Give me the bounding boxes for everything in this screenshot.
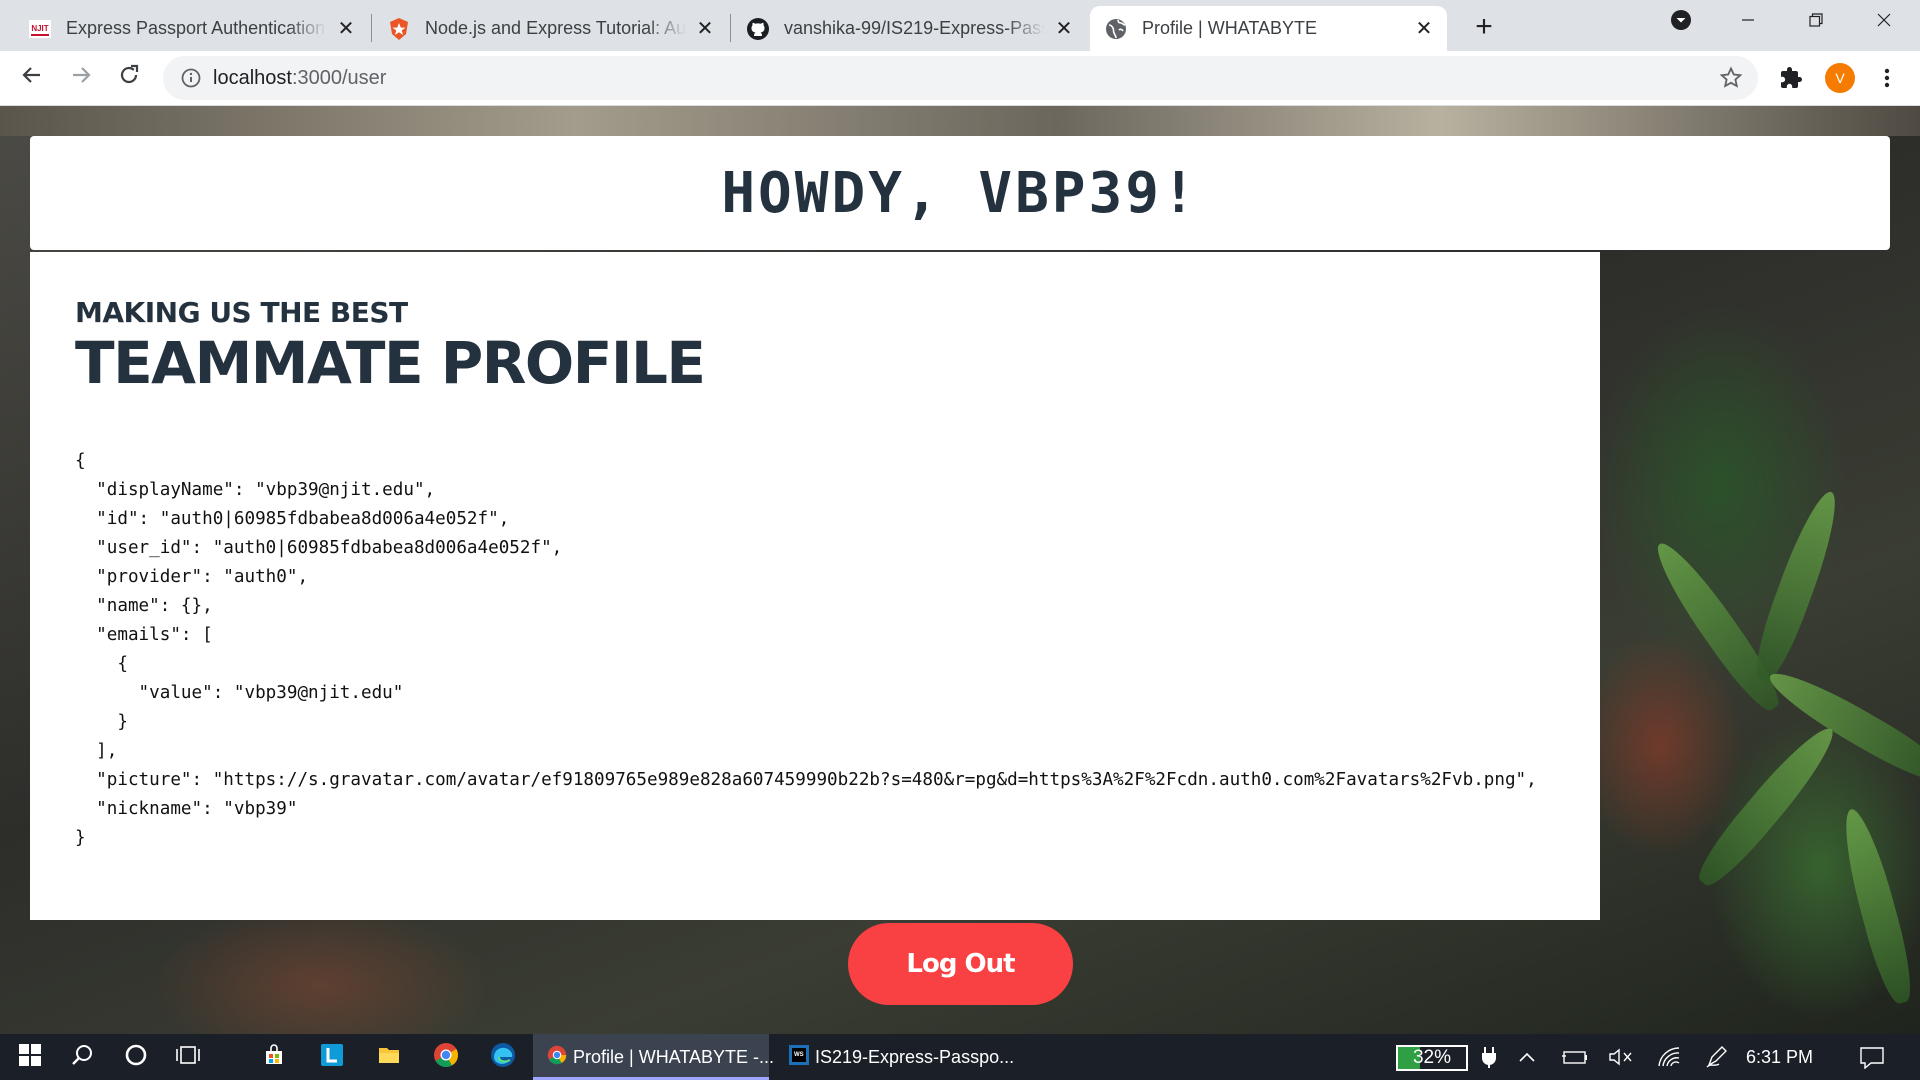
- tab-separator: [730, 14, 731, 42]
- auth0-shield-icon: [387, 17, 411, 41]
- notification-center-icon[interactable]: [1852, 1034, 1892, 1080]
- chrome-icon: [547, 1045, 567, 1070]
- logout-button[interactable]: Log Out: [848, 923, 1073, 1005]
- github-icon: [746, 17, 770, 41]
- tab-strip: NJIT Express Passport Authentication w ✕…: [0, 0, 1920, 51]
- windows-taskbar: Profile | WHATABYTE -... WS IS219-Expres…: [0, 1034, 1920, 1080]
- tab-title: Node.js and Express Tutorial: Aut: [425, 18, 686, 38]
- njit-logo-icon: NJIT: [28, 17, 52, 41]
- store-bag-icon: [262, 1043, 286, 1072]
- close-tab-icon[interactable]: ✕: [1053, 18, 1075, 40]
- edge-icon: [490, 1042, 516, 1073]
- forward-button[interactable]: [63, 59, 99, 95]
- profile-subtitle: MAKING US THE BEST: [75, 296, 408, 329]
- search-icon: [70, 1043, 94, 1072]
- show-hidden-icons-chevron-up-icon[interactable]: [1512, 1034, 1542, 1080]
- task-view-button[interactable]: [167, 1034, 211, 1080]
- taskbar-file-explorer[interactable]: [365, 1034, 413, 1080]
- background-photo-strip: [0, 106, 1920, 136]
- battery-status-icon[interactable]: [1558, 1034, 1592, 1080]
- restore-icon: [1808, 12, 1824, 33]
- url-host: localhost: [213, 67, 292, 89]
- plant-leaf: [1746, 486, 1848, 686]
- bookmark-star-icon[interactable]: [1718, 65, 1744, 91]
- taskbar-chrome[interactable]: [422, 1034, 470, 1080]
- extensions-puzzle-icon[interactable]: [1776, 63, 1806, 93]
- power-plug-icon[interactable]: [1474, 1034, 1504, 1080]
- taskbar-edge[interactable]: [479, 1034, 527, 1080]
- cortana-circle-icon: [124, 1043, 148, 1072]
- task-view-icon: [176, 1043, 202, 1072]
- minimize-icon: [1740, 12, 1756, 33]
- chevron-down-icon: [1669, 8, 1693, 37]
- taskbar-window-webstorm[interactable]: WS IS219-Express-Passpo...: [775, 1034, 1015, 1080]
- windows-logo-icon: [19, 1043, 41, 1071]
- volume-muted-icon[interactable]: [1604, 1034, 1638, 1080]
- taskbar-window-label: Profile | WHATABYTE -...: [573, 1046, 775, 1067]
- start-button[interactable]: [8, 1034, 52, 1080]
- forward-arrow-icon: [69, 63, 93, 92]
- more-menu-icon[interactable]: [1872, 63, 1902, 93]
- search-button[interactable]: [60, 1034, 104, 1080]
- svg-text:WS: WS: [794, 1052, 804, 1058]
- greeting-card: HOWDY, VBP39!: [30, 136, 1890, 250]
- tab-title: vanshika-99/IS219-Express-Passp: [784, 18, 1045, 38]
- minimize-button[interactable]: [1720, 0, 1776, 44]
- url-path: :3000/user: [291, 67, 387, 89]
- tab-search-button[interactable]: [1653, 0, 1709, 44]
- globe-icon: [1104, 17, 1128, 41]
- svg-text:NJIT: NJIT: [31, 24, 48, 33]
- profile-card: MAKING US THE BEST TEAMMATE PROFILE { "d…: [30, 252, 1600, 920]
- restore-button[interactable]: [1788, 0, 1844, 44]
- wifi-icon[interactable]: [1652, 1034, 1686, 1080]
- tab-express-passport[interactable]: NJIT Express Passport Authentication w ✕: [14, 6, 369, 51]
- taskbar-window-label: IS219-Express-Passpo...: [815, 1046, 1015, 1067]
- cortana-button[interactable]: [114, 1034, 158, 1080]
- new-tab-button[interactable]: +: [1466, 9, 1502, 45]
- page-title: TEAMMATE PROFILE: [75, 329, 706, 397]
- profile-json-block: { "displayName": "vbp39@njit.edu", "id":…: [75, 451, 1537, 848]
- profile-avatar[interactable]: V: [1825, 63, 1855, 93]
- close-tab-icon[interactable]: ✕: [335, 18, 357, 40]
- clock[interactable]: 6:31 PM: [1746, 1034, 1813, 1080]
- battery-indicator[interactable]: 32%: [1396, 1045, 1468, 1071]
- site-info-icon[interactable]: [179, 66, 203, 90]
- back-button[interactable]: [14, 59, 50, 95]
- chrome-icon: [433, 1042, 459, 1073]
- tab-title: Profile | WHATABYTE: [1142, 18, 1318, 38]
- webstorm-icon: WS: [789, 1044, 809, 1070]
- reload-icon: [117, 63, 141, 92]
- plant-leaf: [1689, 718, 1845, 894]
- folder-icon: [377, 1043, 401, 1072]
- close-icon: [1876, 12, 1892, 33]
- tab-separator: [371, 14, 372, 42]
- l-app-icon: [320, 1043, 344, 1072]
- pen-workspace-icon[interactable]: [1700, 1034, 1734, 1080]
- close-tab-icon[interactable]: ✕: [694, 18, 716, 40]
- tab-profile-whatabyte[interactable]: Profile | WHATABYTE ✕: [1090, 6, 1447, 51]
- close-tab-icon[interactable]: ✕: [1413, 18, 1435, 40]
- taskbar-store[interactable]: [250, 1034, 298, 1080]
- tab-github-repo[interactable]: vanshika-99/IS219-Express-Passp ✕: [732, 6, 1087, 51]
- close-window-button[interactable]: [1856, 0, 1912, 44]
- greeting-heading: HOWDY, VBP39!: [721, 160, 1199, 226]
- address-bar[interactable]: localhost:3000/user: [163, 56, 1758, 100]
- taskbar-app-l[interactable]: [308, 1034, 356, 1080]
- url-text[interactable]: localhost:3000/user: [213, 67, 386, 90]
- tab-title: Express Passport Authentication w: [66, 18, 327, 38]
- battery-percent: 32%: [1412, 1047, 1452, 1068]
- reload-button[interactable]: [111, 59, 147, 95]
- back-arrow-icon: [20, 63, 44, 92]
- browser-toolbar: localhost:3000/user V: [0, 51, 1920, 106]
- taskbar-window-profile[interactable]: Profile | WHATABYTE -...: [533, 1034, 774, 1080]
- plant-leaf: [1834, 805, 1920, 1007]
- tab-node-express-tutorial[interactable]: Node.js and Express Tutorial: Aut ✕: [373, 6, 728, 51]
